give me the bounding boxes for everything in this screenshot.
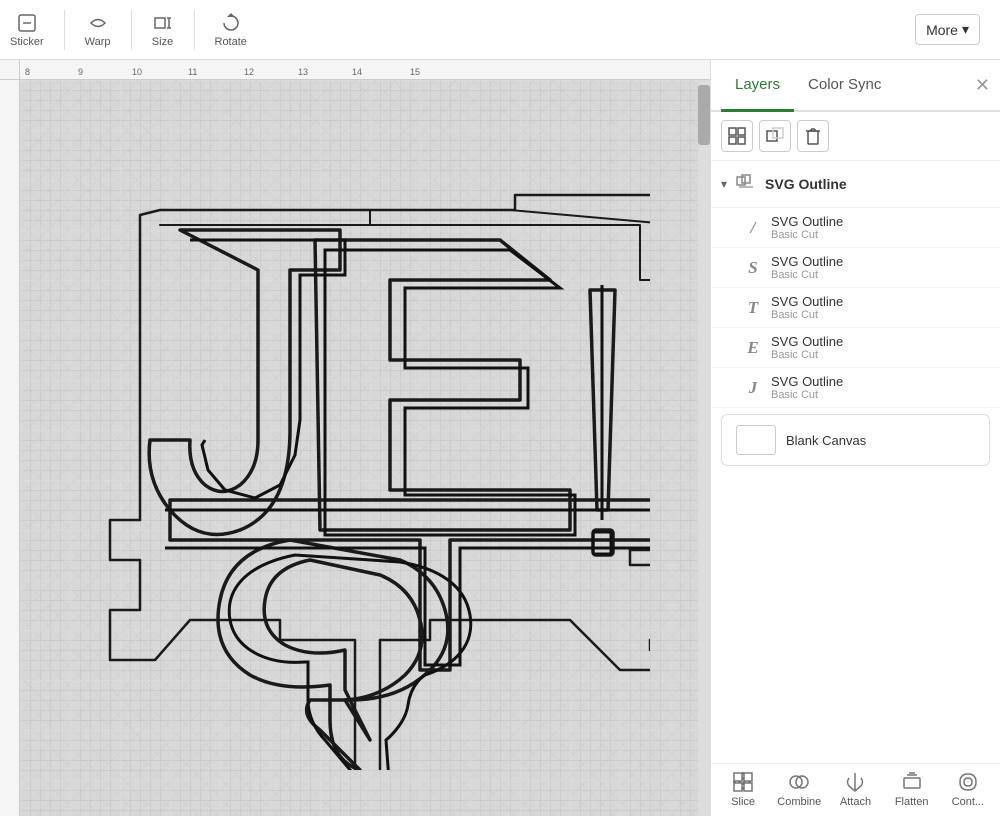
slice-button[interactable]: Slice (718, 770, 768, 808)
layer-item-info: SVG Outline Basic Cut (771, 294, 843, 321)
more-chevron-icon: ▾ (962, 21, 969, 38)
group-button[interactable] (721, 120, 753, 152)
contour-icon (956, 770, 980, 794)
sticker-tool[interactable]: Sticker (10, 12, 44, 48)
layer-item-info: SVG Outline Basic Cut (771, 254, 843, 281)
ungroup-icon (766, 127, 784, 145)
size-icon (152, 12, 174, 34)
ungroup-button[interactable] (759, 120, 791, 152)
layer-item-icon: / (743, 218, 763, 238)
layer-items-container: / SVG Outline Basic Cut S SVG Outline Ba… (711, 208, 1000, 408)
ruler-h-9: 9 (78, 67, 83, 77)
layer-item[interactable]: / SVG Outline Basic Cut (711, 208, 1000, 248)
layer-item-name: SVG Outline (771, 334, 843, 349)
warp-tool[interactable]: Warp (85, 12, 111, 48)
layer-group-name: SVG Outline (765, 176, 847, 192)
ruler-vertical (0, 80, 20, 816)
group-layer-icon (735, 173, 757, 195)
layer-item-info: SVG Outline Basic Cut (771, 374, 843, 401)
layer-item-name: SVG Outline (771, 294, 843, 309)
delete-button[interactable] (797, 120, 829, 152)
slice-label: Slice (731, 796, 755, 808)
layer-item-sub: Basic Cut (771, 229, 843, 241)
ruler-horizontal: 8 9 10 11 12 13 14 15 (20, 60, 710, 80)
layer-item-icon: J (743, 378, 763, 398)
sticker-icon (16, 12, 38, 34)
layer-item-icon: S (743, 258, 763, 278)
layer-group-header[interactable]: ▾ SVG Outline (721, 169, 990, 199)
panel-bottom-toolbar: Slice Combine Attach (711, 763, 1000, 816)
rotate-icon (220, 12, 242, 34)
sep1 (64, 10, 65, 50)
layer-item-sub: Basic Cut (771, 349, 843, 361)
combine-label: Combine (777, 796, 821, 808)
sep3 (194, 10, 195, 50)
layer-group-svg-outline: ▾ SVG Outline (711, 161, 1000, 208)
rotate-tool[interactable]: Rotate (215, 12, 247, 48)
layer-item-icon: E (743, 338, 763, 358)
vertical-scrollbar[interactable] (698, 80, 710, 816)
layer-item-sub: Basic Cut (771, 269, 843, 281)
layer-item-info: SVG Outline Basic Cut (771, 334, 843, 361)
layer-item-info: SVG Outline Basic Cut (771, 214, 843, 241)
sep2 (131, 10, 132, 50)
layer-item[interactable]: E SVG Outline Basic Cut (711, 328, 1000, 368)
combine-button[interactable]: Combine (774, 770, 824, 808)
main-area: 8 9 10 11 12 13 14 15 (0, 60, 1000, 816)
layer-item-sub: Basic Cut (771, 309, 843, 321)
delete-icon (805, 127, 821, 145)
flatten-button[interactable]: Flatten (887, 770, 937, 808)
layer-item-name: SVG Outline (771, 254, 843, 269)
right-panel: Layers Color Sync ✕ (710, 60, 1000, 816)
ruler-h-13: 13 (298, 67, 308, 77)
panel-toolbar (711, 112, 1000, 161)
ruler-h-14: 14 (352, 67, 362, 77)
scrollbar-thumb[interactable] (698, 85, 710, 145)
warp-icon (87, 12, 109, 34)
ruler-h-10: 10 (132, 67, 142, 77)
panel-tabs: Layers Color Sync ✕ (711, 60, 1000, 112)
flatten-icon (900, 770, 924, 794)
flatten-label: Flatten (895, 796, 929, 808)
layer-item-name: SVG Outline (771, 214, 843, 229)
tab-color-sync[interactable]: Color Sync (794, 60, 895, 110)
blank-canvas-label: Blank Canvas (786, 433, 866, 448)
layer-item-icon: T (743, 298, 763, 318)
ruler-h-15: 15 (410, 67, 420, 77)
attach-label: Attach (840, 796, 871, 808)
slice-icon (731, 770, 755, 794)
ruler-h-8: 8 (25, 67, 30, 77)
layer-item-sub: Basic Cut (771, 389, 843, 401)
chevron-icon[interactable]: ▾ (721, 177, 727, 191)
ruler-corner (0, 60, 20, 80)
main-toolbar: Sticker Warp Size Rotate More ▾ (0, 0, 1000, 60)
blank-canvas-item[interactable]: Blank Canvas (721, 414, 990, 466)
tab-layers[interactable]: Layers (721, 60, 794, 112)
layer-item[interactable]: T SVG Outline Basic Cut (711, 288, 1000, 328)
combine-icon (787, 770, 811, 794)
attach-icon (843, 770, 867, 794)
attach-button[interactable]: Attach (830, 770, 880, 808)
layer-item[interactable]: J SVG Outline Basic Cut (711, 368, 1000, 408)
panel-close-button[interactable]: ✕ (975, 60, 990, 110)
more-button[interactable]: More ▾ (915, 14, 980, 45)
blank-canvas-thumbnail (736, 425, 776, 455)
group-icon (728, 127, 746, 145)
size-tool[interactable]: Size (152, 12, 174, 48)
contour-label: Cont... (952, 796, 984, 808)
jets-design (60, 110, 650, 770)
layer-item-name: SVG Outline (771, 374, 843, 389)
canvas-area[interactable]: 8 9 10 11 12 13 14 15 (0, 60, 710, 816)
ruler-h-11: 11 (188, 67, 197, 77)
ruler-h-12: 12 (244, 67, 254, 77)
contour-button[interactable]: Cont... (943, 770, 993, 808)
layer-item[interactable]: S SVG Outline Basic Cut (711, 248, 1000, 288)
